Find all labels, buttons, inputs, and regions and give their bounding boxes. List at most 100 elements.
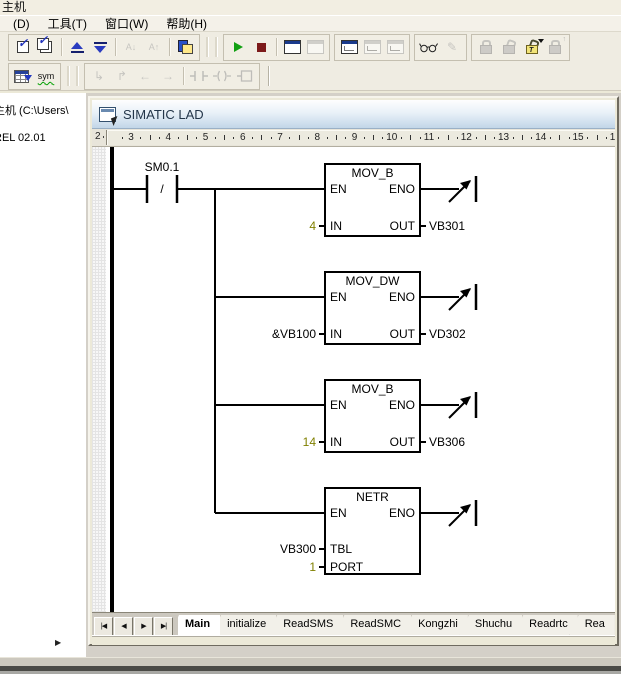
ruler-number: 8	[314, 132, 320, 143]
trend-chart-icon[interactable]	[338, 37, 360, 57]
pin-en: EN	[330, 290, 347, 304]
ruler-number: 12	[461, 132, 472, 143]
tab-next-button[interactable]: ▶	[134, 617, 153, 636]
operand-in[interactable]: 4	[309, 219, 316, 233]
ruler-tick	[587, 137, 588, 139]
toolbar-group: sym	[8, 63, 61, 90]
ruler-field: 345678910111213141516	[106, 130, 615, 145]
toolbar-drag-handle[interactable]	[206, 37, 217, 57]
ruler-tick	[289, 137, 290, 139]
simatic-lad-window: SIMATIC LAD 2 345678910111213141516 /SM0…	[88, 96, 619, 646]
upload-icon[interactable]	[66, 37, 88, 57]
stop-icon[interactable]	[250, 37, 272, 57]
operand-out[interactable]: VD302	[429, 327, 466, 341]
ruler-tick	[159, 137, 160, 139]
ruler-tick	[336, 135, 337, 140]
tree-scroll-right-icon[interactable]: ▶	[55, 638, 61, 647]
ruler-lead-number: 2	[95, 131, 101, 142]
pin-out: OUT	[390, 219, 416, 233]
compile-all-icon[interactable]	[35, 37, 57, 57]
editor-title-bar[interactable]: SIMATIC LAD	[92, 100, 615, 129]
toolbar-group-divider	[115, 38, 116, 56]
operand-out[interactable]: VB306	[429, 435, 465, 449]
ruler-number: 11	[424, 132, 434, 143]
pou-tab-bar: |◀◀▶▶| MaininitializeReadSMSReadSMCKongz…	[92, 612, 615, 635]
operand-in[interactable]: &VB100	[272, 327, 316, 341]
block-title[interactable]: MOV_DW	[346, 274, 401, 288]
project-tree-item-release[interactable]: REL 02.01	[0, 132, 46, 144]
pin-out: OUT	[390, 327, 416, 341]
tab-readsms[interactable]: ReadSMS	[268, 615, 343, 635]
ruler-tick	[271, 137, 272, 139]
tab-last-button[interactable]: ▶|	[154, 617, 173, 636]
pin-eno: ENO	[389, 398, 415, 412]
options-icon[interactable]	[174, 37, 196, 57]
block-title[interactable]: MOV_B	[351, 382, 393, 396]
ladder-editing-area[interactable]: /SM0.1MOV_BENENOIN4OUTVB301MOV_DWENENOIN…	[92, 147, 615, 612]
pause-trend-icon	[384, 37, 406, 57]
block-title[interactable]: MOV_B	[351, 166, 393, 180]
tab-shuchu[interactable]: Shuchu	[460, 615, 522, 635]
toolbar-group-divider	[61, 38, 62, 56]
editor-ruler: 2 345678910111213141516	[92, 129, 615, 147]
symbol-table-icon[interactable]: sym	[35, 66, 57, 86]
ruler-tick	[233, 137, 234, 139]
toolbar-drag-handle[interactable]	[67, 66, 78, 86]
status-table-icon	[361, 37, 383, 57]
menu-item-3[interactable]: 帮助(H)	[157, 15, 216, 32]
menu-item-0[interactable]: (D)	[4, 17, 39, 31]
toolbar-group	[334, 34, 410, 61]
glasses-icon[interactable]	[418, 37, 440, 57]
download-icon[interactable]	[89, 37, 111, 57]
tab-first-button[interactable]: |◀	[94, 617, 113, 636]
ruler-tick	[485, 135, 486, 140]
toolbar-row-1: A↓A↑✎T↑	[0, 32, 621, 62]
symbolic-addressing-icon[interactable]	[12, 66, 34, 86]
tab-readsmc[interactable]: ReadSMC	[335, 615, 411, 635]
ruler-tick	[410, 135, 411, 140]
contact-operand[interactable]: SM0.1	[145, 160, 180, 174]
menu-item-2[interactable]: 窗口(W)	[96, 15, 157, 32]
run-icon[interactable]	[227, 37, 249, 57]
ruler-tick	[140, 137, 141, 139]
toolbar-group-divider	[183, 67, 184, 85]
pin-in: IN	[330, 327, 342, 341]
force-lock-icon[interactable]: T	[521, 37, 543, 57]
program-status-icon[interactable]	[281, 37, 303, 57]
ruler-tick	[224, 135, 225, 140]
operand-in[interactable]: 14	[303, 435, 317, 449]
ruler-number: 3	[128, 132, 134, 143]
tab-readrtc[interactable]: Readrtc	[514, 615, 578, 635]
pou-tabs: MaininitializeReadSMSReadSMCKongzhiShuch…	[178, 615, 615, 636]
ruler-number: 13	[498, 132, 509, 143]
ruler-tick	[597, 135, 598, 140]
tab-kongzhi[interactable]: Kongzhi	[403, 615, 468, 635]
toolbar-group: ↳↱←→	[84, 63, 260, 90]
window-caption: 主机	[2, 0, 26, 15]
tab-prev-button[interactable]: ◀	[114, 617, 133, 636]
compile-icon[interactable]	[12, 37, 34, 57]
unforce-lock-icon: ↑	[544, 37, 566, 57]
line-right-icon: →	[157, 66, 179, 86]
menu-item-1[interactable]: 工具(T)	[39, 15, 96, 32]
ruler-tick	[559, 135, 560, 140]
menu-bar: (D)工具(T)窗口(W)帮助(H)	[0, 15, 621, 32]
ruler-tick	[476, 137, 477, 139]
ruler-tick	[150, 135, 151, 140]
toolbar-group	[223, 34, 330, 61]
ruler-tick	[457, 137, 458, 139]
ruler-number: 16	[610, 132, 615, 143]
contact-negation-symbol[interactable]: /	[160, 182, 164, 196]
ruler-tick	[327, 137, 328, 139]
project-tree-item-host[interactable]: 主机 (C:\Users\	[0, 102, 69, 118]
tab-main[interactable]: Main	[178, 615, 220, 635]
ruler-tick	[373, 135, 374, 140]
ruler-number: 9	[352, 132, 358, 143]
tab-initialize[interactable]: initialize	[212, 615, 276, 635]
toolbar-group: ✎	[414, 34, 467, 61]
operand-tbl[interactable]: VB300	[280, 542, 316, 556]
ruler-tick	[178, 137, 179, 139]
block-title[interactable]: NETR	[356, 490, 389, 504]
operand-port[interactable]: 1	[309, 560, 316, 574]
operand-out[interactable]: VB301	[429, 219, 465, 233]
